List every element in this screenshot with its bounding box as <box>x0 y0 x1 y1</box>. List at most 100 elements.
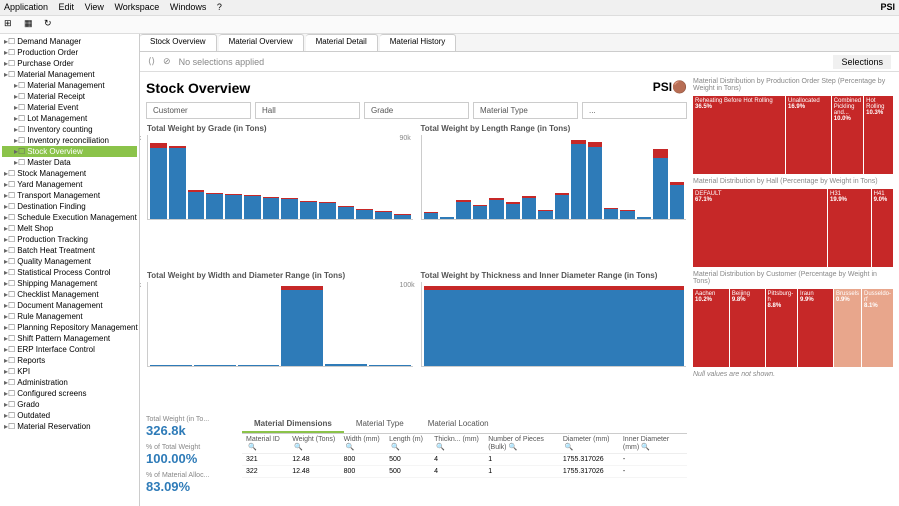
tree-item[interactable]: ▸☐Schedule Execution Management <box>2 212 137 223</box>
tree-item[interactable]: ▸☐Inventory reconciliation <box>2 135 137 146</box>
bar[interactable] <box>440 217 454 219</box>
table-row[interactable]: 32112.48800500411755.317026- <box>242 454 687 466</box>
tree-item[interactable]: ▸☐Configured screens <box>2 388 137 399</box>
chart-weight-by-length[interactable]: Total Weight by Length Range (in Tons) 9… <box>420 123 688 266</box>
bar[interactable] <box>522 196 536 219</box>
bar[interactable] <box>188 190 205 219</box>
selection-clear-icon[interactable]: ⊘ <box>163 56 171 67</box>
bar[interactable] <box>604 208 618 219</box>
filter-hall[interactable]: Hall <box>255 102 360 119</box>
selections-button[interactable]: Selections <box>833 55 891 69</box>
tree-item[interactable]: ▸☐Production Tracking <box>2 234 137 245</box>
chart-weight-by-width[interactable]: Total Weight by Width and Diameter Range… <box>146 270 414 413</box>
material-table[interactable]: Material ID🔍Weight (Tons)🔍Width (mm)🔍Len… <box>242 434 687 478</box>
bar[interactable] <box>356 209 373 220</box>
tree-item[interactable]: ▸☐Demand Manager <box>2 36 137 47</box>
bar[interactable] <box>424 286 685 366</box>
tab-material-history[interactable]: Material History <box>380 34 457 51</box>
toolbar-icon[interactable]: ⊞ <box>4 18 18 32</box>
bar[interactable] <box>338 206 355 219</box>
tree-item[interactable]: ▸☐Document Management <box>2 300 137 311</box>
filter-material-type[interactable]: Material Type <box>473 102 578 119</box>
tree-item[interactable]: ▸☐Production Order <box>2 47 137 58</box>
treemap-cell[interactable]: Reheating Before Hot Rolling36.5% <box>693 96 785 174</box>
tree-item[interactable]: ▸☐Material Reservation <box>2 421 137 432</box>
tree-item[interactable]: ▸☐Administration <box>2 377 137 388</box>
tree-item[interactable]: ▸☐Melt Shop <box>2 223 137 234</box>
treemap-cell[interactable]: DEFAULT67.1% <box>693 189 827 267</box>
treemap-cell[interactable]: Unallocated16.9% <box>786 96 831 174</box>
tree-item[interactable]: ▸☐Yard Management <box>2 179 137 190</box>
treemap-cell[interactable]: Dusseldo-rf8.1% <box>862 289 893 367</box>
col-header[interactable]: Width (mm)🔍 <box>340 434 386 454</box>
bar[interactable] <box>456 200 470 219</box>
treemap-cell[interactable]: H3119.9% <box>828 189 871 267</box>
treemap-cell[interactable]: Beijing9.8% <box>730 289 765 367</box>
bar[interactable] <box>319 202 336 219</box>
tree-item[interactable]: ▸☐Lot Management <box>2 113 137 124</box>
tree-item[interactable]: ▸☐Statistical Process Control <box>2 267 137 278</box>
tree-item[interactable]: ▸☐KPI <box>2 366 137 377</box>
treemap-cell[interactable]: Aachen10.2% <box>693 289 729 367</box>
bar[interactable] <box>225 194 242 219</box>
col-header[interactable]: Inner Diameter (mm)🔍 <box>619 434 687 454</box>
toolbar-icon[interactable]: ↻ <box>44 18 58 32</box>
tree-item[interactable]: ▸☐Planning Repository Management <box>2 322 137 333</box>
tree-item[interactable]: ▸☐Destination Finding <box>2 201 137 212</box>
chart-weight-by-thickness[interactable]: Total Weight by Thickness and Inner Diam… <box>420 270 688 413</box>
tree-item[interactable]: ▸☐Rule Management <box>2 311 137 322</box>
tree-item[interactable]: ▸☐Material Receipt <box>2 91 137 102</box>
menu-application[interactable]: Application <box>4 2 48 12</box>
tab-material-detail[interactable]: Material Detail <box>306 34 378 51</box>
bar[interactable] <box>538 210 552 219</box>
bar[interactable] <box>653 149 667 219</box>
bar[interactable] <box>670 182 684 219</box>
tree-item[interactable]: ▸☐Master Data <box>2 157 137 168</box>
bar[interactable] <box>394 214 411 219</box>
tree-item[interactable]: ▸☐Stock Management <box>2 168 137 179</box>
tree-item[interactable]: ▸☐Shift Pattern Management <box>2 333 137 344</box>
bar[interactable] <box>506 202 520 219</box>
treemap-cell[interactable]: Iraun9.9% <box>798 289 833 367</box>
tree-item[interactable]: ▸☐Grado <box>2 399 137 410</box>
tree-item[interactable]: ▸☐Reports <box>2 355 137 366</box>
filter-grade[interactable]: Grade <box>364 102 469 119</box>
bar[interactable] <box>424 212 438 219</box>
bar[interactable] <box>325 364 367 366</box>
treemap-cell[interactable]: Hot Rolling10.3% <box>864 96 893 174</box>
table-tab-dimensions[interactable]: Material Dimensions <box>242 416 344 433</box>
tree-item[interactable]: ▸☐Material Management <box>2 69 137 80</box>
table-row[interactable]: 32212.48800500411755.317026- <box>242 466 687 478</box>
treemap-cell[interactable]: Brussels0.9% <box>834 289 861 367</box>
menu-view[interactable]: View <box>85 2 104 12</box>
bar[interactable] <box>206 193 223 219</box>
treemap-cell[interactable]: H419.0% <box>872 189 893 267</box>
col-header[interactable]: Thickn... (mm)🔍 <box>430 434 484 454</box>
bar[interactable] <box>620 210 634 219</box>
tree-item[interactable]: ▸☐Checklist Management <box>2 289 137 300</box>
tree-item[interactable]: ▸☐Material Management <box>2 80 137 91</box>
tree-item[interactable]: ▸☐Material Event <box>2 102 137 113</box>
treemap[interactable]: Aachen10.2%Beijing9.8%Pittsburg-h8.8%Ira… <box>693 289 893 367</box>
tab-stock-overview[interactable]: Stock Overview <box>140 34 217 51</box>
tree-item[interactable]: ▸☐ERP Interface Control <box>2 344 137 355</box>
table-tab-type[interactable]: Material Type <box>344 416 416 433</box>
table-tab-location[interactable]: Material Location <box>416 416 501 433</box>
tree-item[interactable]: ▸☐Transport Management <box>2 190 137 201</box>
bar[interactable] <box>263 197 280 219</box>
menu-workspace[interactable]: Workspace <box>114 2 159 12</box>
tree-item[interactable]: ▸☐Stock Overview <box>2 146 137 157</box>
chart-weight-by-grade[interactable]: Total Weight by Grade (in Tons) 160k80k <box>146 123 414 266</box>
bar[interactable] <box>244 195 261 219</box>
filter-customer[interactable]: Customer <box>146 102 251 119</box>
tree-item[interactable]: ▸☐Outdated <box>2 410 137 421</box>
bar[interactable] <box>588 142 602 219</box>
bar[interactable] <box>281 286 323 366</box>
col-header[interactable]: Number of Pieces (Bulk)🔍 <box>484 434 559 454</box>
bar[interactable] <box>238 365 280 366</box>
bar[interactable] <box>194 365 236 366</box>
treemap[interactable]: DEFAULT67.1%H3119.9%H419.0% <box>693 189 893 267</box>
tree-item[interactable]: ▸☐Quality Management <box>2 256 137 267</box>
menu-edit[interactable]: Edit <box>59 2 75 12</box>
tree-item[interactable]: ▸☐Batch Heat Treatment <box>2 245 137 256</box>
